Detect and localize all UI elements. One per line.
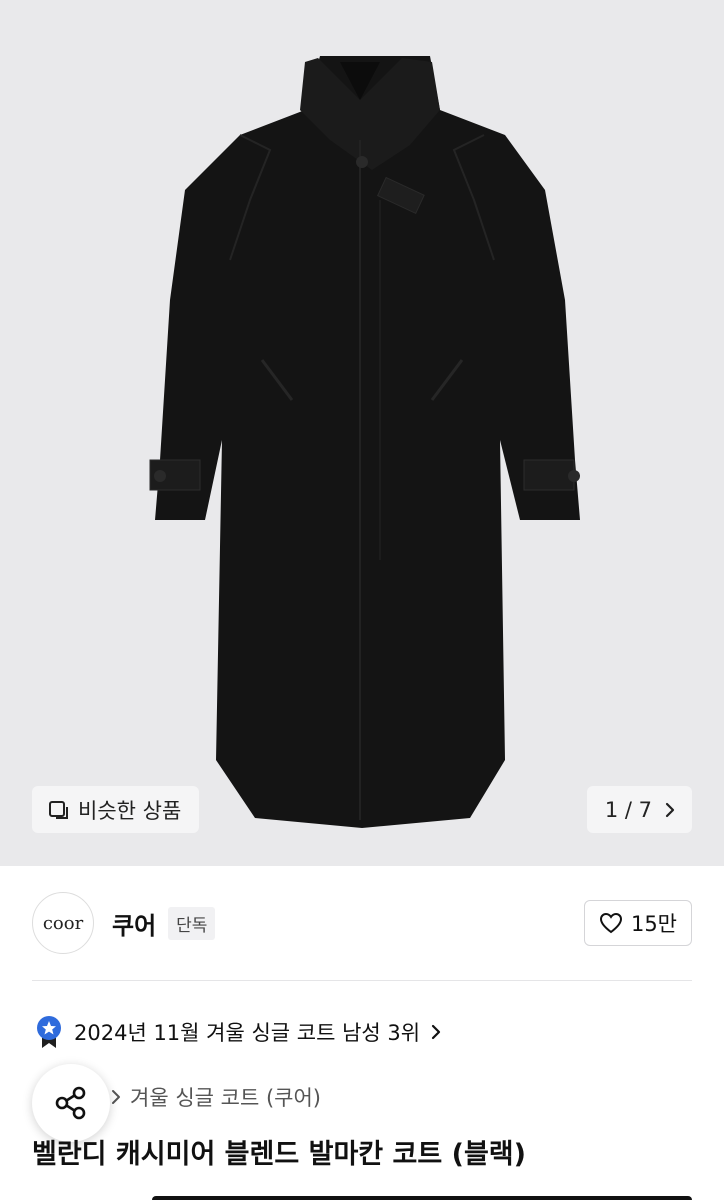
chevron-right-icon bbox=[112, 1090, 120, 1104]
brand-name[interactable]: 쿠어 bbox=[112, 906, 156, 941]
divider bbox=[32, 980, 692, 981]
similar-products-button[interactable]: 비슷한 상품 bbox=[32, 786, 200, 833]
chevron-right-icon bbox=[432, 1024, 441, 1040]
like-count: 15만 bbox=[630, 912, 677, 936]
share-icon bbox=[55, 1086, 86, 1120]
ranking-text: 2024년 11월 겨울 싱글 코트 남성 3위 bbox=[74, 1021, 421, 1045]
product-title: 벨란디 캐시미어 블렌드 발마칸 코트 (블랙) bbox=[32, 1139, 526, 1170]
heart-icon bbox=[599, 912, 622, 934]
like-button[interactable]: 15만 bbox=[583, 900, 692, 946]
bottom-bar bbox=[152, 1196, 692, 1200]
brand-row: coor 쿠어 단독 15만 bbox=[32, 888, 692, 958]
image-counter: 1 / 7 bbox=[604, 797, 652, 822]
category-breadcrumb[interactable]: 겨울 싱글 코트 (쿠어) bbox=[110, 1080, 321, 1114]
product-image bbox=[149, 56, 580, 828]
exclusive-badge: 단독 bbox=[168, 906, 216, 940]
image-counter-button[interactable]: 1 / 7 bbox=[586, 786, 692, 833]
similar-products-icon bbox=[49, 800, 68, 819]
brand-logo-text: coor bbox=[42, 912, 84, 934]
brand-logo[interactable]: coor bbox=[32, 892, 94, 954]
chevron-right-icon bbox=[665, 802, 675, 817]
similar-products-label: 비슷한 상품 bbox=[78, 798, 182, 823]
category-text: 겨울 싱글 코트 (쿠어) bbox=[130, 1086, 321, 1110]
share-button[interactable] bbox=[32, 1064, 110, 1142]
ranking-link[interactable]: 2024년 11월 겨울 싱글 코트 남성 3위 bbox=[34, 1012, 442, 1052]
product-image-gallery[interactable]: 비슷한 상품 1 / 7 bbox=[0, 0, 724, 866]
ranking-badge-icon bbox=[37, 1016, 61, 1048]
